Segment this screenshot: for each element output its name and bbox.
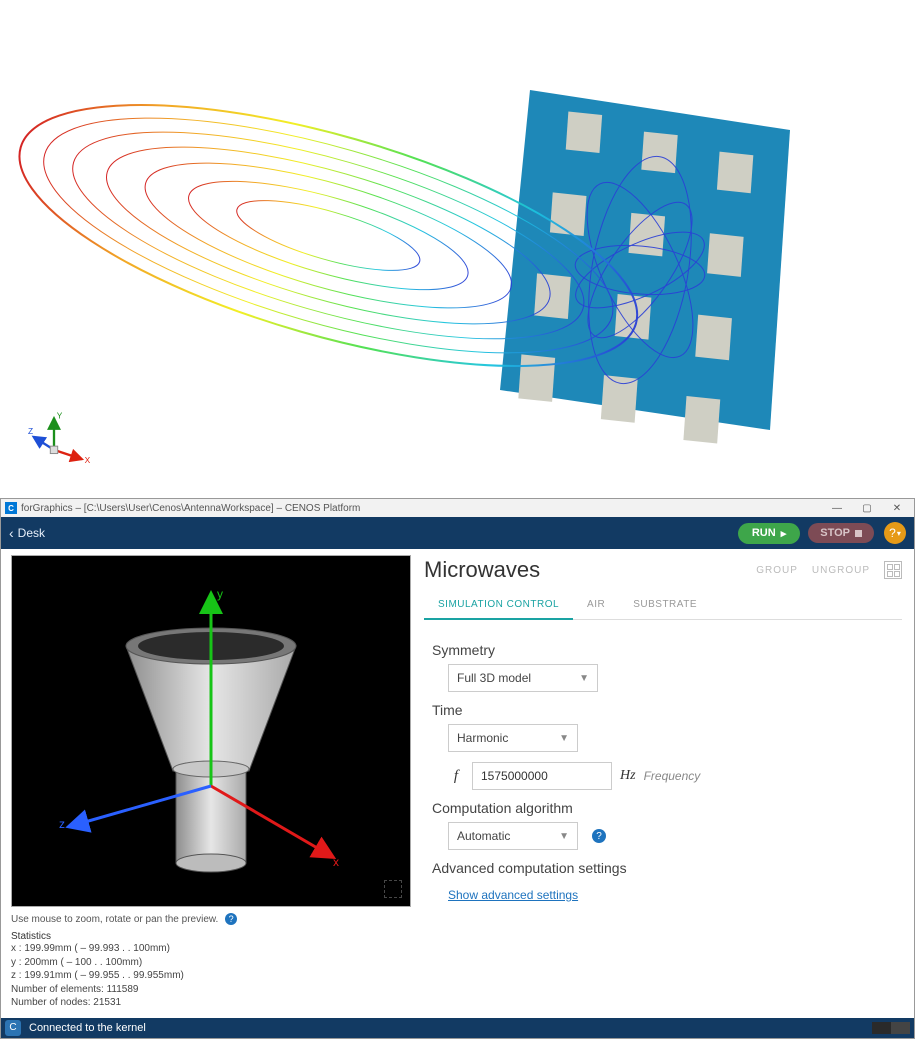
tab-air[interactable]: AIR <box>573 591 619 619</box>
group-button[interactable]: GROUP <box>756 565 798 576</box>
stat-row: x : 199.99mm ( – 99.993 . . 100mm) <box>11 942 410 956</box>
svg-text:y: y <box>217 587 223 601</box>
freq-symbol: f <box>448 768 464 785</box>
frequency-input[interactable] <box>472 762 612 790</box>
ungroup-button[interactable]: UNGROUP <box>812 565 870 576</box>
svg-text:Z: Z <box>28 426 33 436</box>
stop-icon <box>855 530 862 537</box>
viewport-hint: Use mouse to zoom, rotate or pan the pre… <box>11 913 410 925</box>
window-close[interactable]: ✕ <box>882 499 912 517</box>
panel-heading: Microwaves <box>424 557 742 583</box>
stat-row: z : 199.91mm ( – 99.955 . . 99.955mm) <box>11 969 410 983</box>
window-title: forGraphics – [C:\Users\User\Cenos\Anten… <box>21 503 360 514</box>
tab-simulation-control[interactable]: SIMULATION CONTROL <box>424 591 573 620</box>
chevron-down-icon: ▼ <box>579 673 589 684</box>
view-grid-button[interactable] <box>884 561 902 579</box>
fullscreen-icon[interactable] <box>384 880 402 898</box>
show-advanced-link[interactable]: Show advanced settings <box>432 888 578 902</box>
time-label: Time <box>432 702 894 718</box>
chevron-down-icon: ▼ <box>559 733 569 744</box>
svg-text:x: x <box>333 855 339 869</box>
chevron-left-icon: ‹ <box>9 525 14 541</box>
radiation-pattern-viz: X Y Z <box>0 0 915 498</box>
antenna-pattern <box>0 0 915 498</box>
symmetry-label: Symmetry <box>432 642 894 658</box>
app-window: C forGraphics – [C:\Users\User\Cenos\Ant… <box>0 498 915 1039</box>
svg-text:Y: Y <box>57 410 63 420</box>
freq-unit: Hz <box>620 768 636 784</box>
status-indicator <box>872 1022 910 1034</box>
stats-heading: Statistics <box>11 931 410 942</box>
frequency-fieldlabel: Frequency <box>644 769 701 783</box>
tabs: SIMULATION CONTROL AIR SUBSTRATE <box>424 591 902 620</box>
help-button[interactable]: ?▾ <box>884 522 906 544</box>
stats-block: x : 199.99mm ( – 99.993 . . 100mm) y : 2… <box>11 942 410 1010</box>
svg-text:z: z <box>59 817 65 831</box>
3d-viewport[interactable]: y x z <box>11 555 411 907</box>
run-button[interactable]: RUN▸ <box>738 523 800 544</box>
window-minimize[interactable]: — <box>822 499 852 517</box>
kernel-icon: C <box>5 1020 21 1036</box>
advanced-label: Advanced computation settings <box>432 860 894 876</box>
play-icon: ▸ <box>781 527 787 540</box>
symmetry-select[interactable]: Full 3D model ▼ <box>448 664 598 692</box>
tab-substrate[interactable]: SUBSTRATE <box>619 591 711 619</box>
stat-row: Number of nodes: 21531 <box>11 996 410 1010</box>
back-to-desk[interactable]: ‹ Desk <box>9 525 45 541</box>
toolbar: ‹ Desk RUN▸ STOP ?▾ <box>1 517 914 549</box>
help-icon[interactable]: ? <box>225 913 237 925</box>
stop-button[interactable]: STOP <box>808 523 874 543</box>
model-render: y x z <box>31 576 391 886</box>
status-text: Connected to the kernel <box>29 1022 146 1034</box>
stat-row: y : 200mm ( – 100 . . 100mm) <box>11 956 410 970</box>
app-icon: C <box>5 502 17 514</box>
stat-row: Number of elements: 111589 <box>11 983 410 997</box>
axis-triad-top: X Y Z <box>28 409 93 474</box>
window-maximize[interactable]: ▢ <box>852 499 882 517</box>
svg-text:X: X <box>85 455 91 465</box>
algo-select[interactable]: Automatic ▼ <box>448 822 578 850</box>
statusbar: C Connected to the kernel <box>1 1018 914 1038</box>
chevron-down-icon: ▼ <box>559 831 569 842</box>
algo-label: Computation algorithm <box>432 800 894 816</box>
help-icon[interactable]: ? <box>592 829 606 843</box>
time-select[interactable]: Harmonic ▼ <box>448 724 578 752</box>
titlebar: C forGraphics – [C:\Users\User\Cenos\Ant… <box>1 499 914 517</box>
